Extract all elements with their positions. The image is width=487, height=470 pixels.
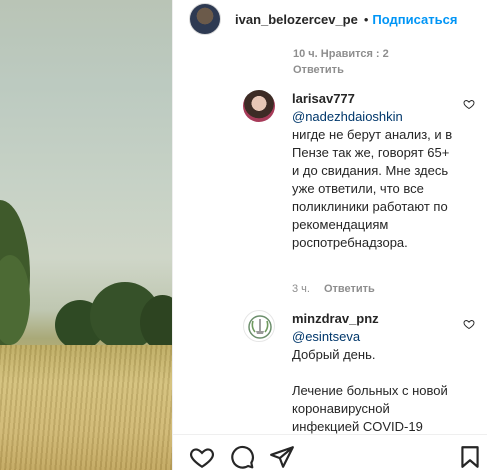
- comment-meta: 3 ч. Ответить: [292, 283, 375, 295]
- author-username[interactable]: ivan_belozercev_pe: [235, 12, 358, 27]
- follow-button[interactable]: Подписаться: [372, 12, 457, 27]
- post-header: ivan_belozercev_pe • Подписаться: [173, 0, 487, 38]
- heart-icon[interactable]: [189, 444, 215, 470]
- comments-list[interactable]: 10 ч. Нравится : 2 Ответить larisav777 @…: [173, 38, 487, 434]
- author-avatar[interactable]: [189, 3, 221, 35]
- comment-item: minzdrav_pnz @esintseva Добрый день. Леч…: [243, 310, 475, 434]
- post-photo: [0, 0, 172, 470]
- reply-button[interactable]: Ответить: [324, 283, 375, 295]
- comment-icon[interactable]: [229, 444, 255, 470]
- bookmark-icon[interactable]: [457, 444, 483, 470]
- comment-body: larisav777 @nadezhdaioshkin нигде не бер…: [292, 90, 460, 252]
- comment-item: larisav777 @nadezhdaioshkin нигде не бер…: [243, 90, 475, 300]
- previous-comment-reply-button[interactable]: Ответить: [293, 64, 344, 76]
- comment-mention[interactable]: @esintseva: [292, 328, 460, 346]
- commenter-username[interactable]: larisav777: [292, 90, 460, 108]
- comment-mention[interactable]: @nadezhdaioshkin: [292, 108, 460, 126]
- comment-text: нигде не берут анализ, и в Пензе так же,…: [292, 127, 453, 250]
- comment-text: Добрый день.: [292, 347, 376, 362]
- header-separator: •: [363, 11, 369, 27]
- commenter-avatar[interactable]: [243, 310, 275, 342]
- previous-comment-meta: 10 ч. Нравится : 2: [293, 48, 389, 60]
- commenter-username[interactable]: minzdrav_pnz: [292, 310, 460, 328]
- wheat-field: [0, 345, 172, 470]
- action-bar: [173, 435, 487, 470]
- comment-body: minzdrav_pnz @esintseva Добрый день. Леч…: [292, 310, 460, 434]
- comment-text: Лечение больных с новой коронавирусной и…: [292, 383, 448, 434]
- share-icon[interactable]: [269, 444, 295, 470]
- heart-icon[interactable]: [463, 318, 475, 330]
- medical-emblem-icon: [248, 315, 272, 339]
- heart-icon[interactable]: [463, 98, 475, 110]
- commenter-avatar[interactable]: [243, 90, 275, 122]
- comment-time[interactable]: 3 ч.: [292, 283, 310, 295]
